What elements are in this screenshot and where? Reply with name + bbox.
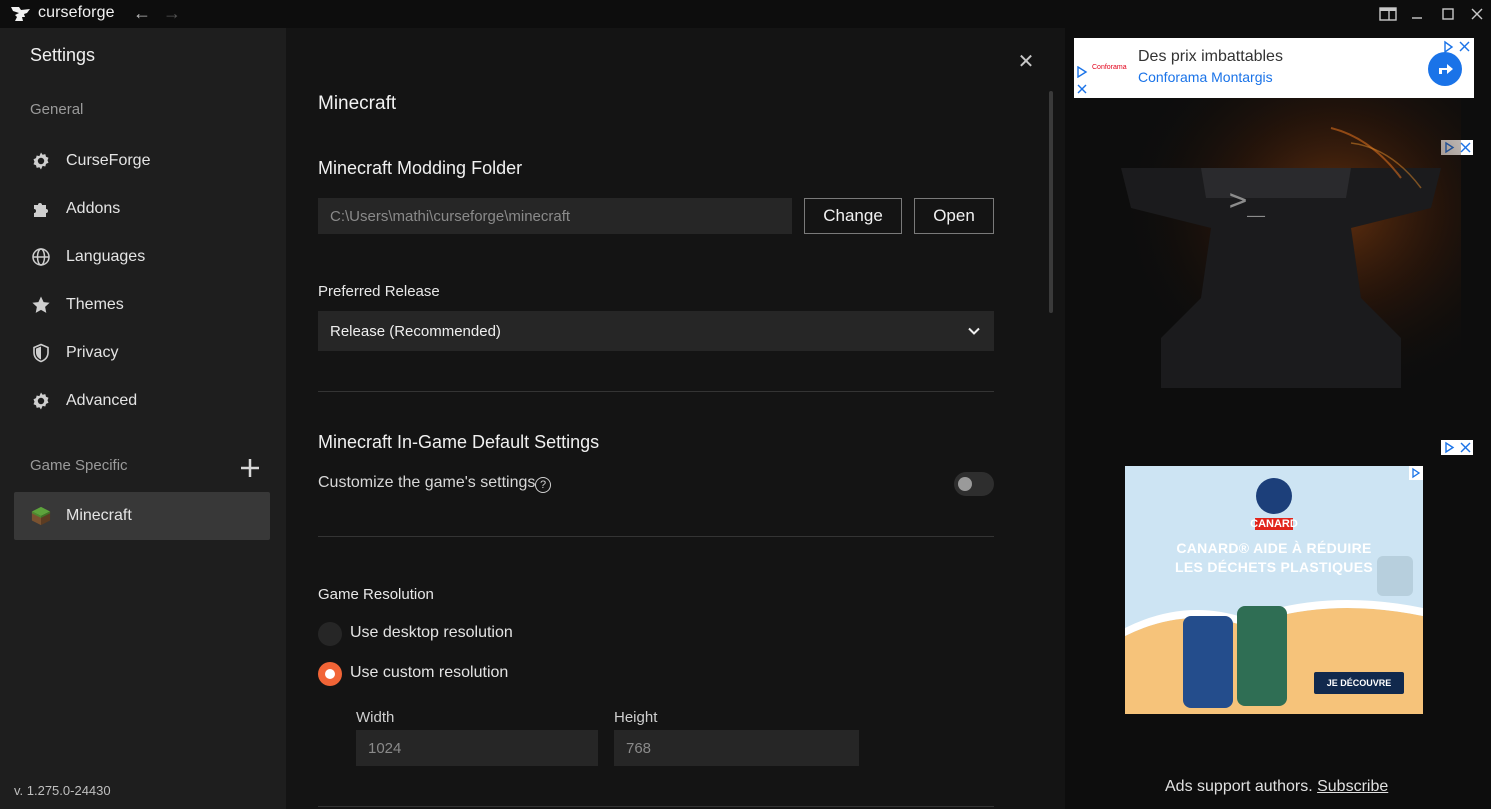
height-label: Height: [614, 709, 658, 726]
preferred-release-label: Preferred Release: [318, 283, 440, 300]
ads-support-note: Ads support authors. Subscribe: [1165, 778, 1388, 796]
close-window-icon[interactable]: [1466, 4, 1488, 24]
canard-ad[interactable]: CANARD CANARD® AIDE À RÉDUIRE LES DÉCHET…: [1125, 466, 1423, 714]
width-label: Width: [356, 709, 395, 726]
close-ad-icon[interactable]: [1076, 83, 1088, 95]
change-folder-button[interactable]: Change: [804, 198, 902, 234]
conforama-banner-ad[interactable]: Conforama Des prix imbattables Conforama…: [1074, 38, 1474, 98]
ingame-defaults-heading: Minecraft In-Game Default Settings: [318, 432, 600, 452]
custom-resolution-label: Use custom resolution: [350, 664, 509, 681]
adchoices-icon[interactable]: [1409, 466, 1423, 480]
height-input[interactable]: 768: [614, 730, 859, 766]
modding-folder-path-input[interactable]: C:\Users\mathi\curseforge\minecraft: [318, 198, 792, 234]
sidebar-item-curseforge[interactable]: CurseForge: [14, 139, 270, 183]
sidebar-item-label: Minecraft: [66, 507, 132, 524]
puzzle-icon: [31, 199, 51, 219]
width-input[interactable]: 1024: [356, 730, 598, 766]
chevron-down-icon: [968, 327, 980, 335]
section-divider: [318, 536, 994, 537]
close-icon[interactable]: ✕: [1016, 52, 1036, 72]
adchoices-close-icon[interactable]: [1441, 440, 1473, 455]
directions-icon[interactable]: [1428, 52, 1462, 86]
modding-folder-path-value: C:\Users\mathi\curseforge\minecraft: [330, 207, 571, 225]
app-version: v. 1.275.0-24430: [14, 783, 111, 798]
subscribe-link[interactable]: Subscribe: [1317, 778, 1388, 795]
toggle-knob: [958, 477, 972, 491]
modding-folder-heading: Minecraft Modding Folder: [318, 158, 523, 178]
title-bar: curseforge ← →: [0, 0, 1491, 28]
sidebar-item-privacy[interactable]: Privacy: [14, 331, 270, 375]
section-divider: [318, 391, 994, 392]
adchoices-icon[interactable]: [1076, 66, 1088, 78]
desktop-resolution-label: Use desktop resolution: [350, 624, 513, 641]
globe-icon: [31, 247, 51, 267]
banner-subline: Conforama Montargis: [1138, 69, 1273, 85]
ad-column: Conforama Des prix imbattables Conforama…: [1065, 28, 1491, 809]
maximize-icon[interactable]: [1437, 4, 1459, 24]
canard-headline-2: LES DÉCHETS PLASTIQUES: [1175, 559, 1373, 575]
width-value: 1024: [368, 739, 402, 757]
svg-text:>_: >_: [1229, 183, 1266, 218]
sidebar-item-label: CurseForge: [66, 152, 151, 169]
conforama-logo: Conforama: [1092, 64, 1127, 71]
sidebar-item-minecraft[interactable]: Minecraft: [14, 492, 270, 540]
general-section-label: General: [30, 101, 84, 118]
gear-icon: [31, 151, 51, 171]
shield-icon: [31, 343, 51, 363]
back-arrow-icon[interactable]: ←: [132, 3, 152, 23]
sidebar-item-languages[interactable]: Languages: [14, 235, 270, 279]
app-name: curseforge: [38, 4, 115, 21]
page-title: Minecraft: [318, 93, 397, 114]
canard-headline-1: CANARD® AIDE À RÉDUIRE: [1176, 540, 1372, 556]
sidebar-item-themes[interactable]: Themes: [14, 283, 270, 327]
sidebar-item-label: Themes: [66, 296, 124, 313]
help-icon[interactable]: ?: [535, 477, 551, 493]
sidebar-item-advanced[interactable]: Advanced: [14, 379, 270, 423]
settings-panel: ✕ Minecraft Minecraft Modding Folder C:\…: [286, 28, 1065, 809]
height-value: 768: [626, 739, 652, 757]
game-resolution-label: Game Resolution: [318, 586, 434, 603]
custom-resolution-radio[interactable]: [318, 662, 342, 686]
sidebar-item-label: Advanced: [66, 392, 138, 409]
banner-headline: Des prix imbattables: [1138, 48, 1283, 65]
scrollbar[interactable]: [1049, 91, 1053, 313]
minimize-icon[interactable]: [1406, 4, 1428, 24]
add-game-plus-icon[interactable]: [238, 456, 262, 480]
preferred-release-value: Release (Recommended): [330, 322, 501, 340]
layout-icon[interactable]: [1377, 4, 1399, 24]
sidebar-item-label: Addons: [66, 200, 121, 217]
sidebar-item-addons[interactable]: Addons: [14, 187, 270, 231]
ad-cta-button[interactable]: JE DÉCOUVRE: [1314, 672, 1404, 694]
radio-selected-dot: [325, 669, 335, 679]
sidebar-title: Settings: [30, 45, 96, 65]
star-icon: [31, 295, 51, 315]
gear-icon: [31, 391, 51, 411]
canard-logo-text: CANARD: [1250, 518, 1298, 530]
customize-settings-toggle[interactable]: [954, 472, 994, 496]
desktop-resolution-radio[interactable]: [318, 622, 342, 646]
curseforge-logo-icon: [11, 7, 30, 21]
minecraft-grass-block-icon: [31, 506, 51, 526]
sidebar-item-label: Languages: [66, 248, 146, 265]
customize-settings-label: Customize the game's settings: [318, 474, 536, 491]
settings-sidebar: Settings General CurseForge Addons Langu…: [0, 28, 286, 809]
preferred-release-select[interactable]: Release (Recommended): [318, 311, 994, 351]
sidebar-item-label: Privacy: [66, 344, 119, 361]
curseforge-app: curseforge ← → Settings General CurseFor…: [0, 0, 1491, 809]
section-divider: [318, 806, 994, 807]
anvil-terminal-ad-image[interactable]: >_: [1101, 98, 1461, 418]
ads-support-text: Ads support authors.: [1165, 778, 1313, 795]
forward-arrow-icon[interactable]: →: [162, 3, 182, 23]
game-specific-section-label: Game Specific: [30, 457, 128, 474]
open-folder-button[interactable]: Open: [914, 198, 994, 234]
